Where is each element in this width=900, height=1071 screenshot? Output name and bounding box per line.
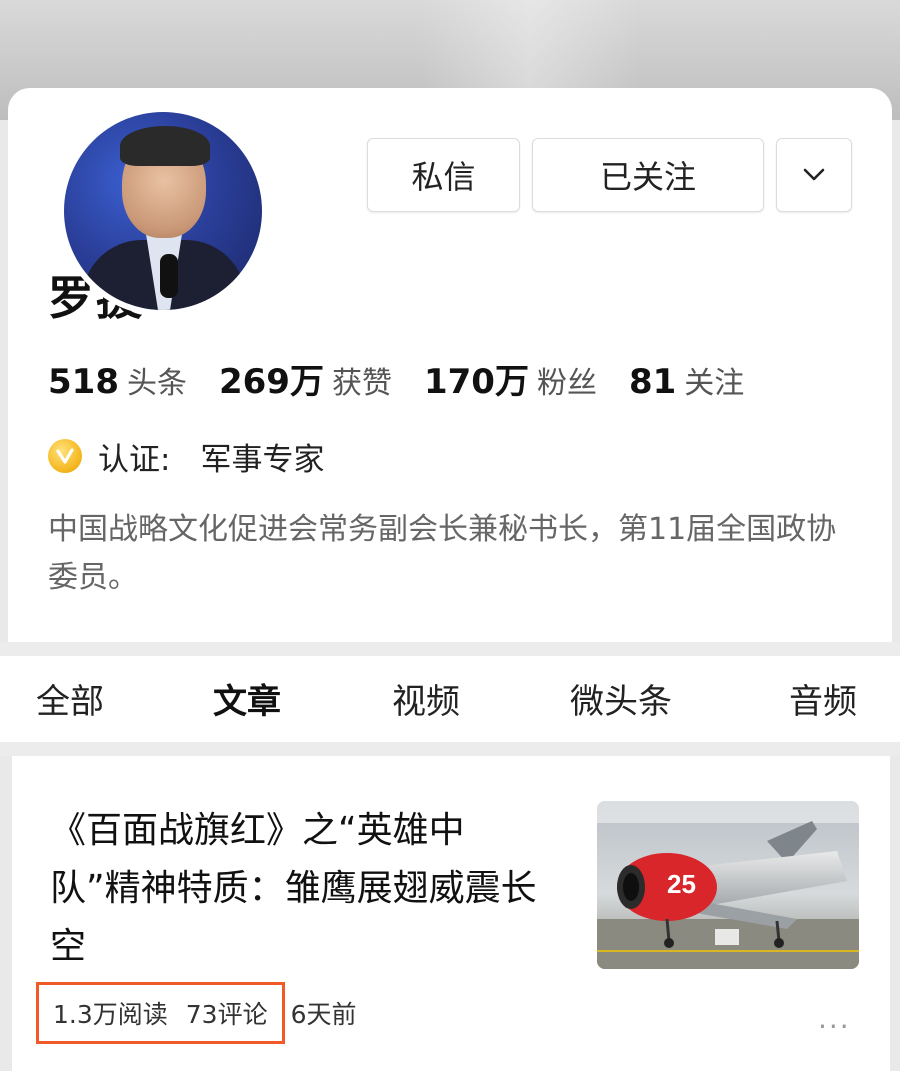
more-options-button[interactable]	[776, 138, 852, 212]
stat-label: 关注	[684, 366, 745, 401]
stat-following[interactable]: 81 关注	[629, 358, 744, 402]
stat-value: 81	[628, 362, 677, 402]
article-card[interactable]: 《百面战旗红》之“英雄中队”精神特质：雏鹰展翅威震长空 25 1.3万阅读 73…	[12, 756, 890, 1071]
stat-label: 头条	[126, 366, 187, 401]
article-title[interactable]: 《百面战旗红》之“英雄中队”精神特质：雏鹰展翅威震长空	[50, 802, 550, 976]
stat-value: 269万	[218, 362, 324, 402]
jet-aircraft-image: 25	[597, 801, 859, 969]
following-button[interactable]: 已关注	[532, 138, 764, 212]
tab-all[interactable]: 全部	[36, 674, 104, 723]
tab-audio[interactable]: 音频	[789, 674, 857, 723]
article-meta: 1.3万阅读 73评论 6天前	[36, 982, 356, 1044]
section-divider	[0, 742, 900, 756]
tab-micro-posts[interactable]: 微头条	[570, 674, 672, 723]
read-count: 1.3万阅读	[53, 1000, 168, 1029]
verification-label: 认证:	[98, 441, 171, 478]
verification-row: 认证: 军事专家	[48, 434, 324, 478]
stat-label: 粉丝	[536, 366, 597, 401]
chevron-down-icon	[803, 168, 825, 181]
more-icon[interactable]: ···	[818, 1010, 851, 1043]
stat-value: 518	[48, 362, 119, 402]
verified-badge-icon	[48, 439, 82, 473]
tab-videos[interactable]: 视频	[392, 674, 460, 723]
stat-likes[interactable]: 269万 获赞	[219, 354, 392, 403]
stat-posts[interactable]: 518 头条	[48, 358, 187, 402]
aircraft-number: 25	[667, 869, 696, 899]
profile-bio: 中国战略文化促进会常务副会长兼秘书长，第11届全国政协委员。	[48, 512, 837, 595]
profile-stats: 518 头条 269万 获赞 170万 粉丝 81 关注	[48, 354, 776, 402]
verification-value: 军事专家	[200, 441, 325, 478]
tab-articles[interactable]: 文章	[213, 674, 281, 723]
stat-value: 170万	[423, 362, 529, 402]
section-divider	[0, 642, 900, 656]
message-button[interactable]: 私信	[367, 138, 520, 212]
highlighted-engagement-box: 1.3万阅读 73评论	[36, 982, 285, 1044]
avatar-photo	[64, 112, 262, 310]
content-tabs: 全部 文章 视频 微头条 音频	[0, 656, 900, 742]
stat-followers[interactable]: 170万 粉丝	[424, 354, 597, 403]
avatar[interactable]	[58, 106, 268, 316]
article-thumbnail[interactable]: 25	[597, 801, 859, 969]
stat-label: 获赞	[331, 366, 392, 401]
publish-time: 6天前	[290, 1000, 357, 1029]
comment-count[interactable]: 73评论	[186, 995, 268, 1031]
